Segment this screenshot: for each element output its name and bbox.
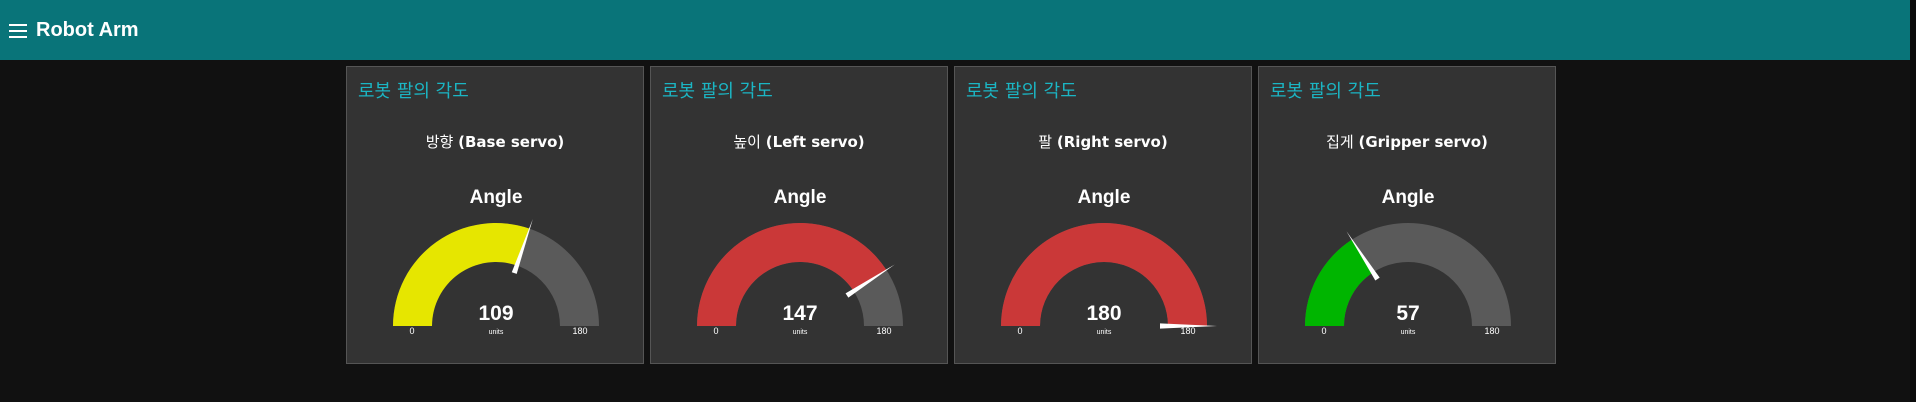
scrollbar-gutter — [1910, 0, 1916, 402]
servo-label: 높이 (Left servo) — [651, 131, 947, 152]
gauge-title: Angle — [774, 187, 827, 208]
app-title: Robot Arm — [36, 19, 139, 41]
gauge-card-gripper: 로봇 팔의 각도 집게 (Gripper servo) Angle 57 uni… — [1258, 66, 1556, 364]
gauge-title: Angle — [1078, 187, 1131, 208]
gauge-value: 180 — [1086, 302, 1121, 325]
servo-label: 방향 (Base servo) — [347, 131, 643, 152]
group-title: 로봇 팔의 각도 — [358, 81, 469, 102]
top-toolbar: Robot Arm — [0, 0, 1910, 60]
servo-label: 집게 (Gripper servo) — [1259, 131, 1555, 152]
gauge-title: Angle — [470, 187, 523, 208]
gauge-title: Angle — [1382, 187, 1435, 208]
gauge-value: 57 — [1396, 302, 1419, 325]
gauge-max-label: 180 — [876, 326, 891, 336]
gauge-card-right: 로봇 팔의 각도 팔 (Right servo) Angle 180 units… — [954, 66, 1252, 364]
gauge-units: units — [1097, 329, 1112, 336]
servo-label-ko: 높이 — [733, 133, 761, 151]
servo-label-ko: 집게 — [1326, 133, 1354, 151]
gauge-gripper-servo: Angle 57 units 0 180 — [1305, 187, 1511, 336]
group-title: 로봇 팔의 각도 — [966, 81, 1077, 102]
group-title: 로봇 팔의 각도 — [1270, 81, 1381, 102]
gauge-units: units — [793, 329, 808, 336]
servo-label-ko: 방향 — [425, 133, 454, 151]
gauge-value: 109 — [478, 302, 513, 325]
hamburger-menu-icon[interactable] — [9, 24, 27, 38]
gauge-max-label: 180 — [1180, 326, 1195, 336]
gauge-units: units — [489, 329, 504, 336]
gauge-min-label: 0 — [409, 326, 414, 336]
gauge-value: 147 — [782, 302, 817, 325]
servo-label-en: (Base servo) — [458, 133, 565, 151]
gauge-max-label: 180 — [572, 326, 587, 336]
gauge-min-label: 0 — [1017, 326, 1022, 336]
servo-label-ko: 팔 — [1038, 133, 1053, 151]
servo-label-en: (Left servo) — [765, 133, 865, 151]
servo-label-en: (Right servo) — [1056, 133, 1168, 151]
gauge-units: units — [1401, 329, 1416, 336]
gauge-base-servo: Angle 109 units 0 180 — [393, 187, 599, 336]
group-title: 로봇 팔의 각도 — [662, 81, 773, 102]
gauge-max-label: 180 — [1484, 326, 1499, 336]
gauge-min-label: 0 — [713, 326, 718, 336]
servo-label-en: (Gripper servo) — [1358, 133, 1488, 151]
servo-label: 팔 (Right servo) — [955, 131, 1251, 152]
gauge-min-label: 0 — [1321, 326, 1326, 336]
gauge-left-servo: Angle 147 units 0 180 — [697, 187, 903, 336]
gauge-right-servo: Angle 180 units 0 180 — [1001, 187, 1217, 336]
gauge-card-base: 로봇 팔의 각도 방향 (Base servo) Angle 109 units… — [346, 66, 644, 364]
gauge-card-left: 로봇 팔의 각도 높이 (Left servo) Angle 147 units… — [650, 66, 948, 364]
